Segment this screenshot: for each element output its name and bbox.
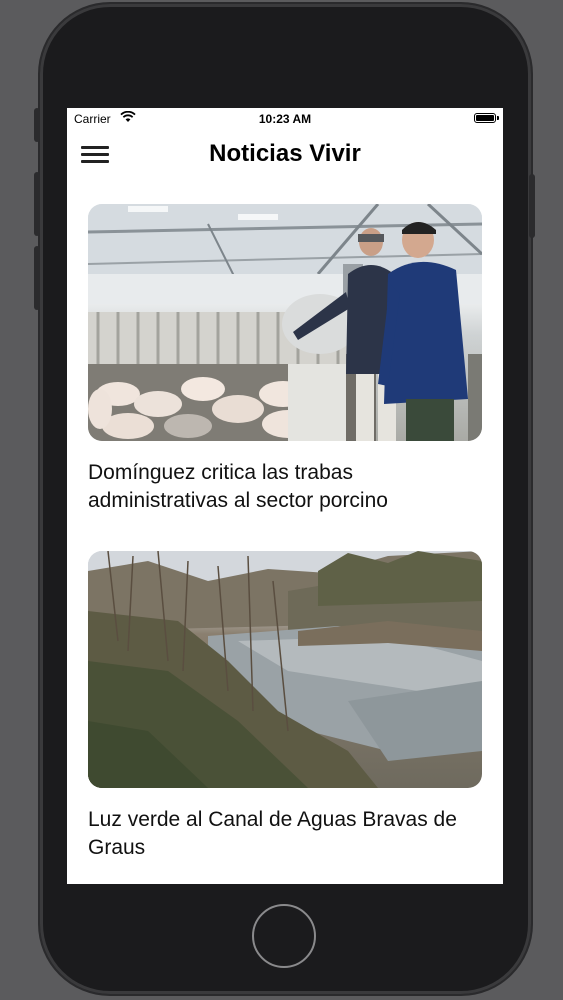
volume-up-button — [34, 172, 40, 236]
clock-time: 10:23 AM — [258, 112, 312, 126]
article-image[interactable] — [88, 204, 482, 441]
article-headline[interactable]: Domínguez critica las trabas administrat… — [88, 459, 458, 515]
article-image[interactable] — [88, 551, 482, 788]
article-headline[interactable]: Luz verde al Canal de Aguas Bravas de Gr… — [88, 806, 458, 862]
status-bar: Carrier 10:23 AM — [67, 108, 503, 130]
home-button[interactable] — [252, 904, 316, 968]
page-title: Noticias Vivir — [209, 140, 361, 167]
mute-switch — [34, 108, 40, 142]
app-screen: Carrier 10:23 AM Noticias Vivir Domíngue… — [67, 108, 503, 884]
article-card[interactable]: Domínguez critica las trabas administrat… — [88, 204, 482, 515]
power-button — [529, 174, 535, 238]
navigation-bar: Noticias Vivir — [67, 130, 503, 180]
article-card[interactable]: Luz verde al Canal de Aguas Bravas de Gr… — [88, 551, 482, 862]
battery-icon — [474, 113, 499, 123]
volume-down-button — [34, 246, 40, 310]
